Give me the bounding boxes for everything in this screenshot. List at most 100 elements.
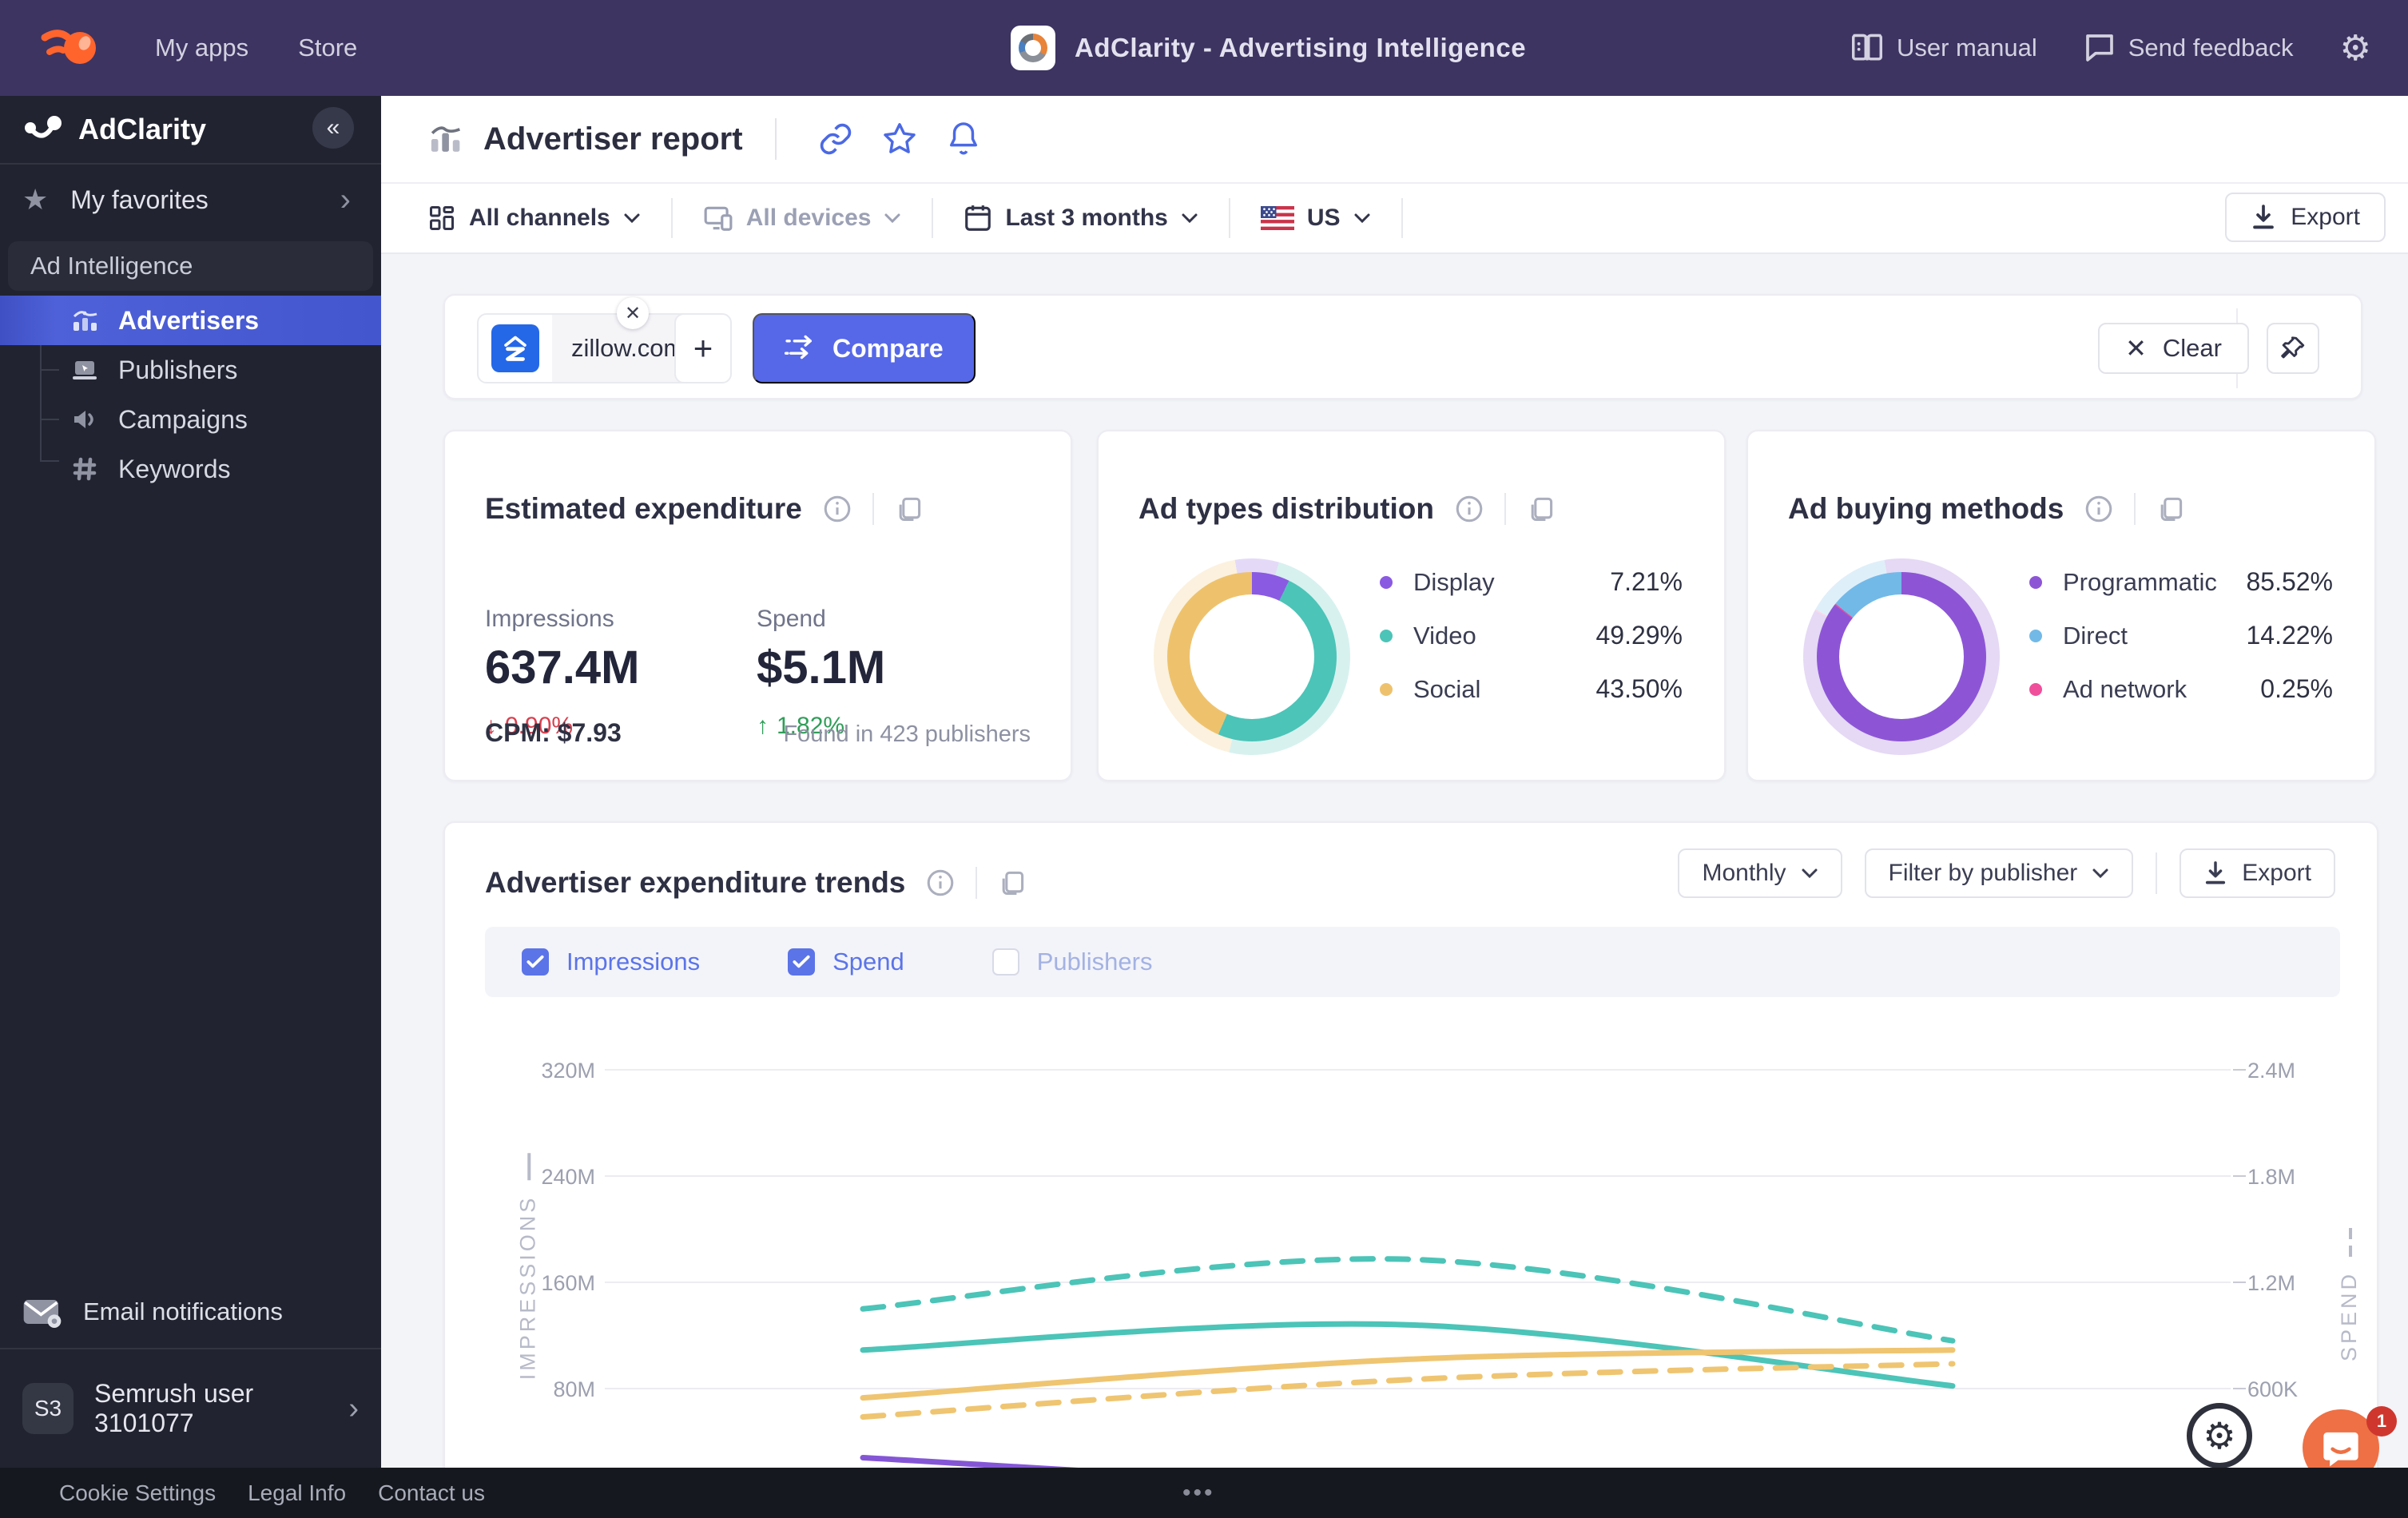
page-title: Advertiser report — [483, 121, 743, 157]
left-tick: 320M — [501, 1059, 595, 1083]
arrow-up-icon: ↑ — [757, 713, 769, 740]
legend-row: Display7.21% — [1380, 567, 1683, 597]
remove-advertiser-button[interactable]: ✕ — [617, 297, 649, 329]
sidebar: AdClarity « ★ My favorites › Ad Intellig… — [0, 96, 381, 1468]
impressions-checkbox[interactable]: Impressions — [522, 948, 700, 976]
keywords-icon — [70, 455, 99, 483]
legend-row: Programmatic85.52% — [2029, 567, 2333, 597]
notification-badge: 1 — [2366, 1406, 2397, 1437]
impressions-value: 637.4M — [485, 641, 639, 694]
pin-icon — [2279, 334, 2307, 363]
devices-icon — [703, 204, 733, 232]
copy-widget-icon[interactable] — [893, 493, 925, 525]
top-bar: My apps Store AdClarity - Advertising In… — [0, 0, 2408, 96]
sidebar-collapse-button[interactable]: « — [312, 107, 354, 149]
right-tick: 1.8M — [2247, 1165, 2295, 1190]
info-icon[interactable] — [1453, 493, 1485, 525]
footer-bar: Cookie Settings Legal Info Contact us ••… — [0, 1468, 2408, 1518]
adclarity-app-icon — [1011, 26, 1055, 70]
alerts-bell-button[interactable] — [944, 120, 983, 158]
impressions-label: Impressions — [485, 606, 614, 633]
card-title: Advertiser expenditure trends — [485, 866, 905, 900]
pin-button[interactable] — [2267, 323, 2319, 374]
publishers-checkbox[interactable]: Publishers — [992, 948, 1153, 976]
legend-row: Social43.50% — [1380, 674, 1683, 704]
avatar: S3 — [22, 1383, 74, 1434]
compare-button[interactable]: Compare — [753, 313, 976, 383]
info-icon[interactable] — [924, 867, 956, 899]
copy-link-button[interactable] — [817, 120, 855, 158]
sidebar-item-campaigns[interactable]: Campaigns — [0, 395, 381, 444]
bell-icon — [947, 121, 980, 157]
settings-gear-button[interactable]: ⚙ — [2340, 28, 2371, 69]
copy-widget-icon[interactable] — [1525, 493, 1557, 525]
sidebar-item-my-favorites[interactable]: ★ My favorites › — [0, 165, 381, 235]
page-settings-fab[interactable]: ⚙ — [2187, 1403, 2252, 1468]
filter-by-publisher-dropdown[interactable]: Filter by publisher — [1865, 848, 2134, 898]
user-manual-button[interactable]: User manual — [1850, 33, 2037, 63]
email-gear-icon — [22, 1296, 62, 1328]
adclarity-app: My apps Store AdClarity - Advertising In… — [0, 0, 2408, 1518]
ad-buying-legend: Programmatic85.52% Direct14.22% Ad netwo… — [2029, 567, 2333, 704]
spend-value: $5.1M — [757, 641, 885, 694]
favorite-report-button[interactable] — [880, 120, 919, 158]
filter-bar: All channels All devices Last 3 months — [381, 184, 2408, 252]
series-toggle-bar: Impressions Spend Publishers — [485, 927, 2340, 997]
email-notifications-button[interactable]: Email notifications — [0, 1276, 381, 1348]
book-icon — [1850, 33, 1884, 63]
nav-store[interactable]: Store — [298, 34, 357, 62]
legend-row: Direct14.22% — [2029, 621, 2333, 650]
clear-button[interactable]: ✕ Clear — [2098, 323, 2249, 374]
report-icon — [427, 121, 463, 157]
export-report-button[interactable]: Export — [2225, 193, 2386, 242]
right-tick: 600K — [2247, 1377, 2298, 1402]
expenditure-trends-card: Advertiser expenditure trends Monthly Fi… — [443, 821, 2378, 1468]
sidebar-item-publishers[interactable]: Publishers — [0, 345, 381, 395]
report-header: Advertiser report All channels — [381, 96, 2408, 254]
sidebar-section-ad-intelligence[interactable]: Ad Intelligence — [8, 241, 373, 291]
footer-link-legal-info[interactable]: Legal Info — [248, 1480, 346, 1506]
footer-link-cookie-settings[interactable]: Cookie Settings — [59, 1480, 216, 1506]
legend-row: Video49.29% — [1380, 621, 1683, 650]
gear-icon: ⚙ — [2203, 1414, 2235, 1457]
star-icon: ★ — [22, 183, 48, 217]
zillow-logo-icon — [491, 324, 539, 372]
date-range-filter[interactable]: Last 3 months — [964, 203, 1198, 233]
chevron-down-icon — [623, 213, 641, 224]
devices-filter[interactable]: All devices — [703, 204, 902, 232]
export-chart-button[interactable]: Export — [2180, 848, 2335, 898]
spend-label: Spend — [757, 606, 826, 633]
sidebar-brand: AdClarity — [78, 113, 206, 146]
add-advertiser-button[interactable]: + — [674, 313, 732, 383]
country-filter[interactable]: US — [1261, 205, 1371, 232]
copy-widget-icon[interactable] — [996, 867, 1028, 899]
found-publishers: Found in 423 publishers — [783, 721, 1031, 748]
publishers-icon — [70, 356, 99, 384]
copy-widget-icon[interactable] — [2155, 493, 2187, 525]
sidebar-item-advertisers[interactable]: Advertisers — [0, 296, 381, 345]
legend-row: Ad network0.25% — [2029, 674, 2333, 704]
main-content: Advertiser report All channels — [381, 96, 2408, 1468]
nav-my-apps[interactable]: My apps — [155, 34, 248, 62]
adclarity-logo-icon — [22, 113, 64, 145]
info-icon[interactable] — [821, 493, 853, 525]
feedback-bubble-icon — [2084, 33, 2116, 63]
compare-arrows-icon — [785, 335, 817, 362]
spend-checkbox[interactable]: Spend — [788, 948, 904, 976]
semrush-logo-icon[interactable] — [38, 23, 105, 73]
info-icon[interactable] — [2083, 493, 2115, 525]
download-icon — [2203, 860, 2227, 886]
link-icon — [818, 121, 853, 157]
spend-axis-title: SPEND — [2337, 1228, 2362, 1361]
card-title: Ad buying methods — [1788, 492, 2064, 526]
footer-more-button[interactable]: ••• — [1182, 1480, 1215, 1507]
chevron-down-icon — [884, 213, 901, 224]
send-feedback-button[interactable]: Send feedback — [2084, 33, 2294, 63]
footer-link-contact-us[interactable]: Contact us — [378, 1480, 485, 1506]
channels-filter[interactable]: All channels — [427, 204, 641, 232]
impressions-axis-title: IMPRESSIONS — [515, 1154, 540, 1381]
user-account-button[interactable]: S3 Semrush user 3101077 › — [0, 1348, 381, 1468]
granularity-dropdown[interactable]: Monthly — [1678, 848, 1842, 898]
sidebar-nav: Advertisers Publishers Campaigns Keyword… — [0, 296, 381, 494]
sidebar-item-keywords[interactable]: Keywords — [0, 444, 381, 494]
